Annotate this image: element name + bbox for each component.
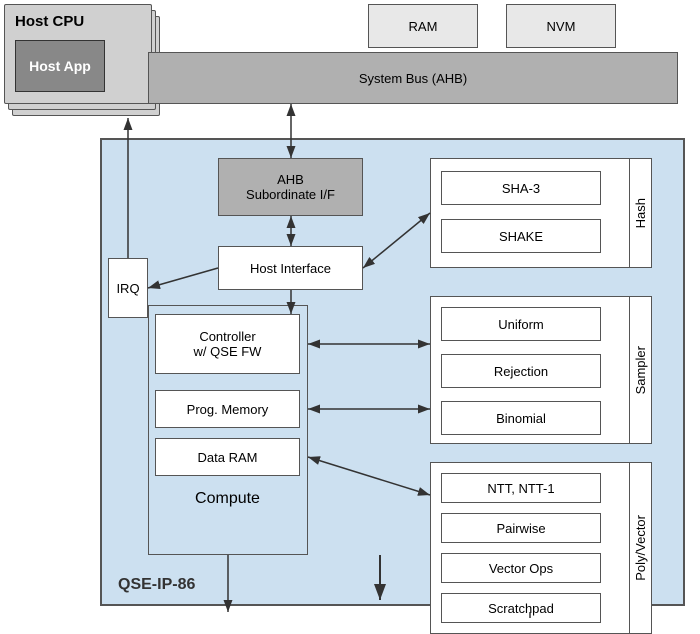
sha3-label: SHA-3 [502, 181, 540, 196]
hash-side-label: Hash [630, 158, 652, 268]
scratchpad-box: Scratchpad [441, 593, 601, 623]
poly-outer: NTT, NTT-1 Pairwise Vector Ops Scratchpa… [430, 462, 630, 634]
sha3-box: SHA-3 [441, 171, 601, 205]
sampler-rotated-label: Sampler [633, 346, 648, 394]
shake-label: SHAKE [499, 229, 543, 244]
ram-box: RAM [368, 4, 478, 48]
host-interface-box: Host Interface [218, 246, 363, 290]
uniform-label: Uniform [498, 317, 544, 332]
shake-box: SHAKE [441, 219, 601, 253]
sampler-outer: Uniform Rejection Binomial [430, 296, 630, 444]
irq-box: IRQ [108, 258, 148, 318]
sampler-side-label: Sampler [630, 296, 652, 444]
hash-outer: SHA-3 SHAKE [430, 158, 630, 268]
poly-rotated-label: Poly/Vector [633, 515, 648, 581]
prog-memory-box: Prog. Memory [155, 390, 300, 428]
data-ram-box: Data RAM [155, 438, 300, 476]
qse-label: QSE-IP-86 [118, 576, 195, 594]
controller-label: Controllerw/ QSE FW [194, 329, 262, 359]
ram-label: RAM [409, 19, 438, 34]
poly-side-label: Poly/Vector [630, 462, 652, 634]
pairwise-box: Pairwise [441, 513, 601, 543]
uniform-box: Uniform [441, 307, 601, 341]
pairwise-label: Pairwise [496, 521, 545, 536]
binomial-label: Binomial [496, 411, 546, 426]
ahb-sub-box: AHBSubordinate I/F [218, 158, 363, 216]
hash-rotated-label: Hash [633, 198, 648, 228]
binomial-box: Binomial [441, 401, 601, 435]
host-cpu-label: Host CPU [15, 13, 84, 30]
ntt-label: NTT, NTT-1 [487, 481, 554, 496]
irq-label: IRQ [116, 281, 139, 296]
sampler-group: Uniform Rejection Binomial Sampler [430, 296, 650, 444]
vectorops-box: Vector Ops [441, 553, 601, 583]
host-app-label: Host App [29, 58, 91, 74]
system-bus: System Bus (AHB) [148, 52, 678, 104]
ntt-box: NTT, NTT-1 [441, 473, 601, 503]
ahb-sub-label: AHBSubordinate I/F [246, 172, 335, 202]
diagram: RAM NVM Host CPU Host App System Bus (AH… [0, 0, 700, 618]
rejection-box: Rejection [441, 354, 601, 388]
controller-box: Controllerw/ QSE FW [155, 314, 300, 374]
system-bus-label: System Bus (AHB) [359, 71, 467, 86]
rejection-label: Rejection [494, 364, 548, 379]
compute-label: Compute [155, 490, 300, 508]
hash-group: SHA-3 SHAKE Hash [430, 158, 650, 268]
nvm-box: NVM [506, 4, 616, 48]
nvm-label: NVM [547, 19, 576, 34]
scratchpad-label: Scratchpad [488, 601, 554, 616]
host-app-box: Host App [15, 40, 105, 92]
data-ram-label: Data RAM [198, 450, 258, 465]
prog-memory-label: Prog. Memory [187, 402, 269, 417]
vectorops-label: Vector Ops [489, 561, 553, 576]
host-interface-label: Host Interface [250, 261, 331, 276]
poly-group: NTT, NTT-1 Pairwise Vector Ops Scratchpa… [430, 462, 650, 634]
stack-layer-3: Host CPU Host App [4, 4, 152, 104]
